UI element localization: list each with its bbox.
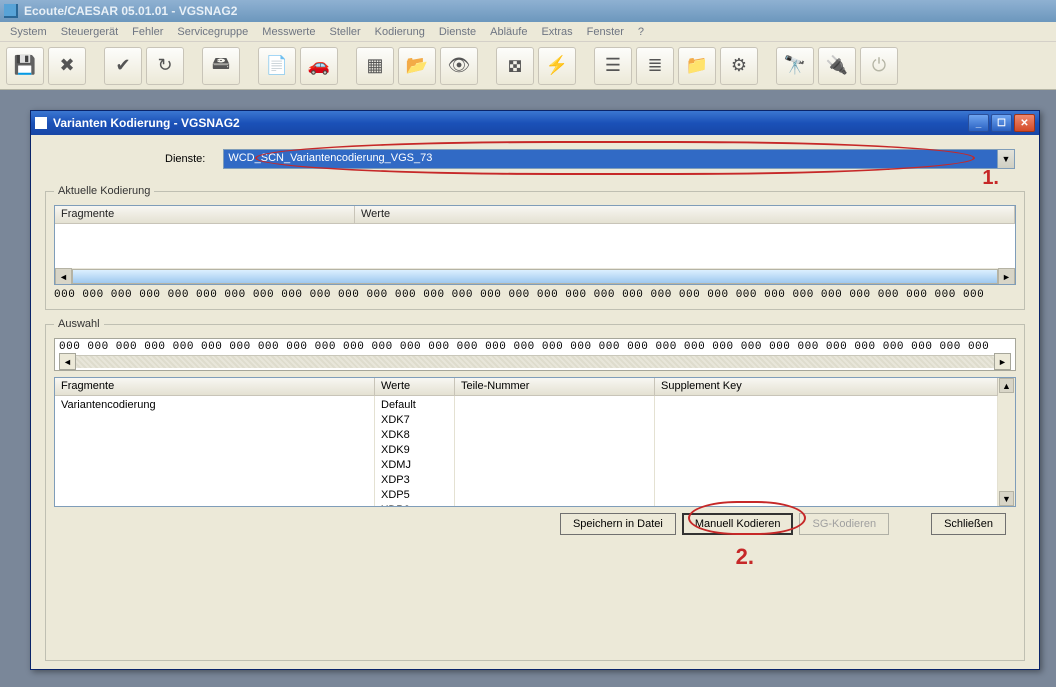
menu-dienste[interactable]: Dienste [433, 24, 482, 40]
scroll-left-icon[interactable]: ◄ [55, 268, 72, 285]
dienste-value: WCD_SCN_Variantencodierung_VGS_73 [224, 150, 997, 168]
col2-supp[interactable]: Supplement Key [655, 378, 998, 396]
tb-drive-icon[interactable]: 🖴 [202, 47, 240, 85]
werte-item[interactable]: XDK8 [381, 428, 448, 443]
menu-steller[interactable]: Steller [323, 24, 366, 40]
auswahl-legend: Auswahl [54, 318, 104, 330]
col2-fragmente[interactable]: Fragmente [55, 378, 375, 396]
dienste-label: Dienste: [165, 153, 215, 165]
menu-steuergeraet[interactable]: Steuergerät [55, 24, 124, 40]
tb-bolt-icon[interactable]: ⚡ [538, 47, 576, 85]
annotation-2: 2. [736, 544, 754, 570]
sg-coding-button: SG-Kodieren [799, 513, 889, 535]
grid-vscroll[interactable]: ▲ ▼ [998, 378, 1015, 506]
current-hex-row: 000 000 000 000 000 000 000 000 000 000 … [54, 285, 1016, 303]
tb-plug-off-icon[interactable]: ⏻ [860, 47, 898, 85]
menu-kodierung[interactable]: Kodierung [369, 24, 431, 40]
werte-item[interactable]: Default [381, 398, 448, 413]
col-fragmente[interactable]: Fragmente [55, 206, 355, 223]
dienste-combo[interactable]: WCD_SCN_Variantencodierung_VGS_73 ▼ [223, 149, 1015, 169]
save-to-file-button[interactable]: Speichern in Datei [560, 513, 676, 535]
tb-grid-icon[interactable]: ▦ [356, 47, 394, 85]
menu-servicegruppe[interactable]: Servicegruppe [171, 24, 254, 40]
app-title: Ecoute/CAESAR 05.01.01 - VGSNAG2 [24, 4, 237, 18]
app-toolbar: 💾 ✖ ✔ ↻ 🖴 📄 🚗 ▦ 📂 👁 𖣯 ⚡ ☰ ≣ 📁 ⚙ 🔭 🔌 ⏻ [0, 42, 1056, 90]
current-coding-legend: Aktuelle Kodierung [54, 185, 154, 197]
annotation-1: 1. [982, 167, 999, 190]
tb-bars-icon[interactable]: ≣ [636, 47, 674, 85]
menu-messwerte[interactable]: Messwerte [256, 24, 321, 40]
menu-help[interactable]: ? [632, 24, 650, 40]
current-table-body [55, 224, 1015, 268]
current-table: Fragmente Werte ◄ ► [54, 205, 1016, 285]
auswahl-hscroll[interactable]: ◄ ► [59, 353, 1011, 370]
scroll-up-icon[interactable]: ▲ [999, 378, 1014, 393]
menu-fenster[interactable]: Fenster [581, 24, 630, 40]
manual-coding-button[interactable]: Manuell Kodieren [682, 513, 794, 535]
col2-teile[interactable]: Teile-Nummer [455, 378, 655, 396]
tb-folder-edit-icon[interactable]: 📂 [398, 47, 436, 85]
tb-eye-icon[interactable]: 👁 [440, 47, 478, 85]
tb-doc-f-icon[interactable]: 📄 [258, 47, 296, 85]
auswahl-hex-box: 000 000 000 000 000 000 000 000 000 000 … [54, 338, 1016, 371]
werte-item[interactable]: XDK9 [381, 443, 448, 458]
tb-drive-x-icon[interactable]: ✖ [48, 47, 86, 85]
current-hscroll[interactable]: ◄ ► [55, 268, 1015, 285]
scroll-down-icon[interactable]: ▼ [999, 491, 1014, 506]
dialog-body: Dienste: WCD_SCN_Variantencodierung_VGS_… [31, 135, 1039, 669]
tb-folder-open-icon[interactable]: 📁 [678, 47, 716, 85]
col2-werte[interactable]: Werte [375, 378, 455, 396]
tb-check-icon[interactable]: ✔ [104, 47, 142, 85]
close-button[interactable]: ✕ [1014, 114, 1035, 132]
current-table-head: Fragmente Werte [55, 206, 1015, 224]
maximize-button[interactable]: ☐ [991, 114, 1012, 132]
teile-cell [455, 396, 655, 506]
scroll-track[interactable] [72, 269, 998, 284]
scroll-track[interactable] [76, 355, 994, 368]
app-titlebar: Ecoute/CAESAR 05.01.01 - VGSNAG2 [0, 0, 1056, 22]
dialog-titlebar: Varianten Kodierung - VGSNAG2 _ ☐ ✕ [31, 111, 1039, 135]
werte-list[interactable]: Default XDK7 XDK8 XDK9 XDMJ XDP3 XDP5 XD… [375, 396, 455, 506]
werte-item[interactable]: XDP6 [381, 503, 448, 506]
menu-extras[interactable]: Extras [535, 24, 578, 40]
werte-item[interactable]: XDMJ [381, 458, 448, 473]
tb-tree-icon[interactable]: 𖣯 [496, 47, 534, 85]
chevron-down-icon[interactable]: ▼ [997, 150, 1014, 168]
werte-item[interactable]: XDP5 [381, 488, 448, 503]
variant-coding-dialog: Varianten Kodierung - VGSNAG2 _ ☐ ✕ Dien… [30, 110, 1040, 670]
tb-list-icon[interactable]: ☰ [594, 47, 632, 85]
dialog-buttons: Speichern in Datei Manuell Kodieren SG-K… [54, 507, 1016, 535]
app-menubar[interactable]: System Steuergerät Fehler Servicegruppe … [0, 22, 1056, 42]
dialog-icon [35, 117, 47, 129]
supp-cell [655, 396, 998, 506]
frag-cell[interactable]: Variantencodierung [55, 396, 375, 506]
auswahl-group: Auswahl 000 000 000 000 000 000 000 000 … [45, 318, 1025, 661]
menu-ablaeufe[interactable]: Abläufe [484, 24, 533, 40]
app-window: Ecoute/CAESAR 05.01.01 - VGSNAG2 System … [0, 0, 1056, 687]
tb-drive-in-icon[interactable]: 💾 [6, 47, 44, 85]
scroll-right-icon[interactable]: ► [998, 268, 1015, 285]
close-dialog-button[interactable]: Schließen [931, 513, 1006, 535]
auswahl-grid: Fragmente Variantencodierung Werte Defau… [54, 377, 1016, 507]
werte-item[interactable]: XDK7 [381, 413, 448, 428]
menu-system[interactable]: System [4, 24, 53, 40]
current-coding-group: Aktuelle Kodierung Fragmente Werte ◄ ► [45, 185, 1025, 310]
menu-fehler[interactable]: Fehler [126, 24, 169, 40]
tb-sync-icon[interactable]: ↻ [146, 47, 184, 85]
minimize-button[interactable]: _ [968, 114, 989, 132]
tb-tool-gear-icon[interactable]: ⚙ [720, 47, 758, 85]
dienste-row: Dienste: WCD_SCN_Variantencodierung_VGS_… [45, 145, 1025, 177]
col-werte[interactable]: Werte [355, 206, 1015, 223]
werte-item[interactable]: XDP3 [381, 473, 448, 488]
auswahl-hex-row: 000 000 000 000 000 000 000 000 000 000 … [59, 341, 1011, 353]
tb-plug-icon[interactable]: 🔌 [818, 47, 856, 85]
mdi-workspace: Varianten Kodierung - VGSNAG2 _ ☐ ✕ Dien… [0, 90, 1056, 687]
dialog-title: Varianten Kodierung - VGSNAG2 [53, 116, 240, 130]
scroll-left-icon[interactable]: ◄ [59, 353, 76, 370]
scroll-right-icon[interactable]: ► [994, 353, 1011, 370]
tb-car-icon[interactable]: 🚗 [300, 47, 338, 85]
tb-binoculars-icon[interactable]: 🔭 [776, 47, 814, 85]
app-icon [4, 4, 18, 18]
